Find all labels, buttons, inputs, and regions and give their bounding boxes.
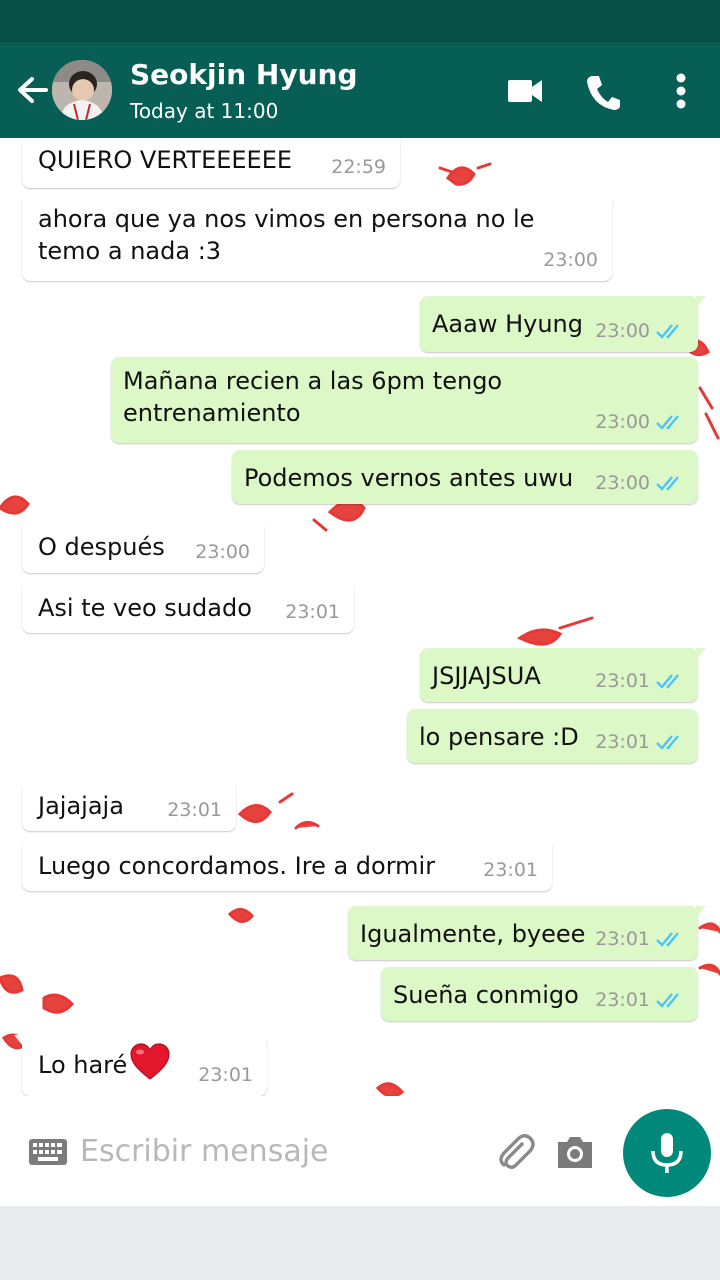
message-text: O después: [38, 533, 165, 561]
message-input[interactable]: Escribir mensaje: [80, 1134, 329, 1169]
bubble-tail: [14, 519, 24, 531]
message-meta: 23:00: [595, 411, 684, 433]
message-time: 23:01: [595, 928, 650, 950]
message-time: 23:01: [483, 859, 538, 881]
status-bar: [0, 0, 720, 42]
message-text: Lo haré: [38, 1043, 171, 1085]
read-ticks-icon: [656, 993, 679, 1008]
message-time: 23:00: [195, 541, 250, 563]
message-text: JSJJAJSUA: [432, 662, 541, 690]
message-bubble-incoming[interactable]: Luego concordamos. Ire a dormir 23:01: [22, 838, 552, 891]
read-ticks-icon: [656, 415, 679, 430]
message-text: Jajajaja: [38, 792, 124, 820]
bubble-tail: [696, 906, 706, 918]
message-text: Asi te veo sudado: [38, 594, 252, 622]
message-time: 23:01: [595, 989, 650, 1011]
mic-button[interactable]: [623, 1109, 711, 1197]
red-heart-icon: [130, 1043, 170, 1080]
message-time: 23:00: [595, 411, 650, 433]
message-meta: 23:01: [595, 731, 684, 753]
message-meta: 23:00: [543, 249, 598, 271]
message-text: Luego concordamos. Ire a dormir: [38, 852, 436, 880]
message-time: 23:01: [595, 670, 650, 692]
message-meta: 23:01: [595, 989, 684, 1011]
read-ticks-icon: [656, 735, 679, 750]
bubble-tail: [14, 1035, 24, 1047]
paperclip-icon[interactable]: [496, 1132, 536, 1172]
message-bubble-incoming[interactable]: Asi te veo sudado 23:01: [22, 580, 354, 633]
message-time: 23:01: [198, 1064, 253, 1086]
bubble-tail: [696, 296, 706, 308]
phone-icon[interactable]: [584, 70, 622, 112]
message-text: ahora que ya nos vimos en persona no le …: [38, 205, 535, 265]
camera-icon[interactable]: [555, 1132, 595, 1172]
message-time: 23:00: [595, 472, 650, 494]
message-bubble-outgoing[interactable]: Sueña conmigo 23:01: [381, 967, 698, 1021]
message-bubble-incoming[interactable]: QUIERO VERTEEEEEE 22:59: [14, 138, 400, 188]
message-text: Aaaw Hyung: [432, 310, 583, 338]
message-time: 22:59: [331, 156, 386, 178]
message-meta: 23:01: [595, 928, 684, 950]
message-meta: 23:01: [595, 670, 684, 692]
more-options-icon[interactable]: [670, 70, 692, 112]
bubble-tail: [14, 138, 24, 144]
message-meta: 23:00: [595, 320, 684, 342]
system-nav-bar: [0, 1206, 720, 1280]
message-time: 23:01: [167, 799, 222, 821]
message-bubble-incoming[interactable]: ahora que ya nos vimos en persona no le …: [22, 195, 612, 281]
message-bubble-incoming[interactable]: Lo haré 23:01: [14, 1035, 267, 1096]
message-text: lo pensare :D: [419, 723, 579, 751]
message-meta: 22:59: [331, 156, 386, 178]
read-ticks-icon: [656, 324, 679, 339]
message-text: Podemos vernos antes uwu: [244, 464, 574, 492]
bubble-tail: [696, 648, 706, 660]
message-text: Igualmente, byeee: [360, 920, 586, 948]
message-meta: 23:01: [167, 799, 222, 821]
message-time: 23:00: [595, 320, 650, 342]
message-meta: 23:01: [285, 601, 340, 623]
message-meta: 23:01: [198, 1064, 253, 1086]
message-bubble-incoming[interactable]: O después 23:00: [14, 519, 264, 573]
message-bubble-outgoing[interactable]: JSJJAJSUA 23:01: [420, 648, 706, 702]
chat-header: Seokjin Hyung Today at 11:00: [0, 42, 720, 138]
message-text: Sueña conmigo: [393, 981, 579, 1009]
videocam-icon[interactable]: [506, 70, 544, 112]
last-seen: Today at 11:00: [130, 99, 279, 123]
message-composer: Escribir mensaje: [0, 1096, 720, 1206]
read-ticks-icon: [656, 476, 679, 491]
message-meta: 23:00: [595, 472, 684, 494]
keyboard-icon[interactable]: [28, 1138, 68, 1166]
message-text-content: Lo haré: [38, 1051, 128, 1079]
contact-name[interactable]: Seokjin Hyung: [130, 58, 358, 91]
read-ticks-icon: [656, 674, 679, 689]
back-arrow-icon[interactable]: [12, 68, 52, 112]
mic-icon: [651, 1133, 683, 1173]
message-meta: 23:00: [195, 541, 250, 563]
message-time: 23:01: [285, 601, 340, 623]
message-bubble-incoming[interactable]: Jajajaja 23:01: [14, 778, 236, 831]
bubble-tail: [14, 778, 24, 790]
chat-area[interactable]: QUIERO VERTEEEEEE 22:59 ahora que ya nos…: [0, 138, 720, 1096]
message-bubble-outgoing[interactable]: Podemos vernos antes uwu 23:00: [232, 450, 698, 504]
message-text: QUIERO VERTEEEEEE: [38, 146, 293, 174]
message-bubble-outgoing[interactable]: Mañana recien a las 6pm tengo entrenamie…: [111, 357, 698, 443]
message-time: 23:01: [595, 731, 650, 753]
message-text: Mañana recien a las 6pm tengo entrenamie…: [123, 367, 503, 427]
read-ticks-icon: [656, 932, 679, 947]
message-time: 23:00: [543, 249, 598, 271]
message-meta: 23:01: [483, 859, 538, 881]
avatar[interactable]: [52, 60, 112, 120]
message-bubble-outgoing[interactable]: lo pensare :D 23:01: [407, 709, 698, 763]
message-bubble-outgoing[interactable]: Aaaw Hyung 23:00: [420, 296, 706, 352]
message-bubble-outgoing[interactable]: Igualmente, byeee 23:01: [348, 906, 706, 960]
